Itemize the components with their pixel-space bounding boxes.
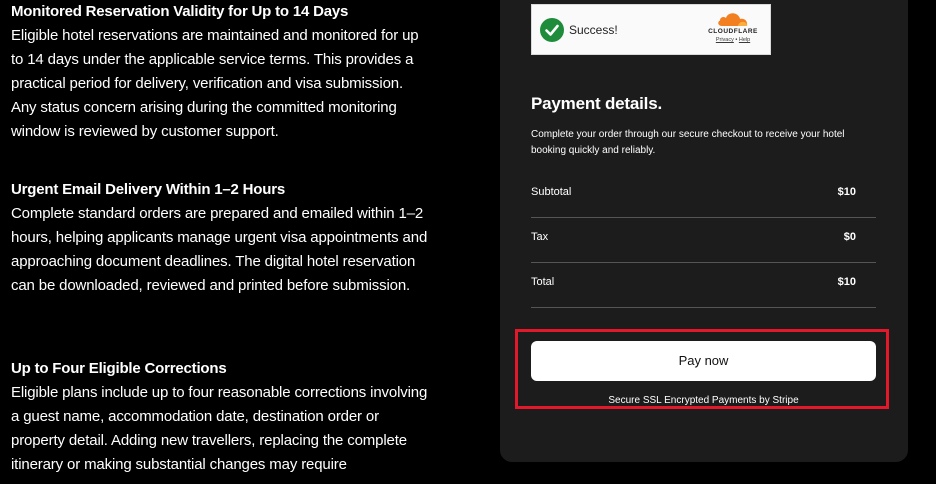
link-separator: •: [735, 37, 738, 43]
secure-payment-note: Secure SSL Encrypted Payments by Stripe: [608, 395, 799, 406]
feature-validity: Monitored Reservation Validity for Up to…: [11, 0, 431, 144]
row-label: Subtotal: [531, 186, 572, 198]
feature-title: Up to Four Eligible Corrections: [11, 360, 227, 377]
summary-row-tax: Tax $0: [531, 218, 876, 263]
row-value: $0: [843, 231, 856, 243]
payment-description: Complete your order through our secure c…: [531, 129, 845, 156]
row-label: Total: [531, 276, 555, 288]
feature-body: Eligible hotel reservations are maintain…: [11, 27, 419, 140]
feature-title: Monitored Reservation Validity for Up to…: [11, 3, 349, 20]
row-label: Tax: [531, 231, 549, 243]
row-value: $10: [837, 186, 856, 198]
pay-now-button[interactable]: Pay now: [531, 341, 876, 381]
payment-title: Payment details.: [531, 94, 662, 113]
cloudflare-brand-text: CLOUDFLARE: [708, 28, 758, 35]
help-link[interactable]: Help: [739, 37, 750, 43]
feature-corrections: Up to Four Eligible Corrections Eligible…: [11, 357, 431, 477]
row-value: $10: [837, 276, 856, 288]
success-check-icon: [540, 18, 564, 42]
summary-row-total: Total $10: [531, 263, 876, 308]
cloudflare-links: Privacy • Help: [702, 36, 764, 44]
summary-row-subtotal: Subtotal $10: [531, 173, 876, 218]
cloudflare-cloud-icon: [718, 13, 748, 26]
feature-title: Urgent Email Delivery Within 1–2 Hours: [11, 181, 286, 198]
feature-body: Complete standard orders are prepared an…: [11, 205, 428, 294]
captcha-status-text: Success!: [569, 23, 618, 37]
cloudflare-logo: CLOUDFLARE Privacy • Help: [702, 11, 764, 49]
privacy-link[interactable]: Privacy: [716, 37, 734, 43]
feature-body: Eligible plans include up to four reason…: [11, 384, 428, 473]
cloudflare-turnstile-widget[interactable]: Success! CLOUDFLARE Privacy • Help: [531, 4, 771, 55]
feature-delivery: Urgent Email Delivery Within 1–2 Hours C…: [11, 178, 431, 298]
